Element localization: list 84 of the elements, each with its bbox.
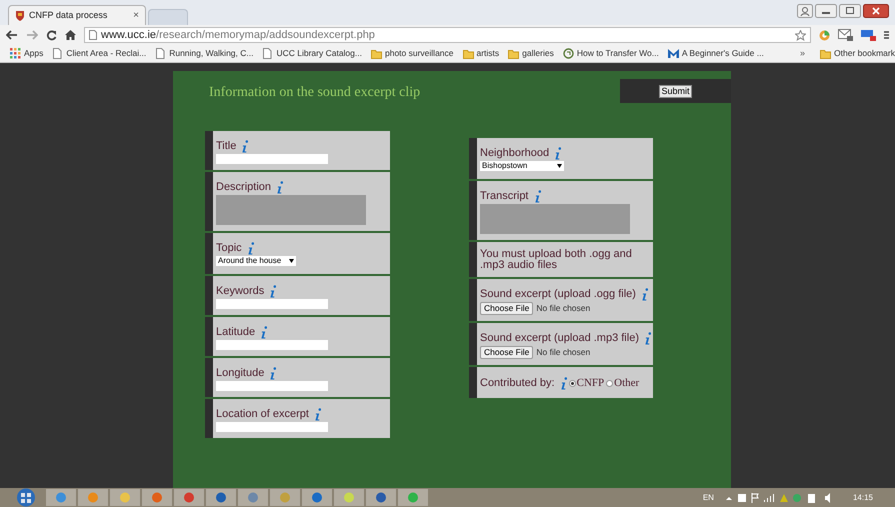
choose-file-button[interactable]: Choose File <box>480 346 534 359</box>
page-icon <box>89 30 97 40</box>
info-icon[interactable] <box>640 288 648 301</box>
field-label: Sound excerpt (upload .ogg file) <box>480 288 636 301</box>
bookmark-link[interactable]: Other bookmark <box>834 47 895 60</box>
page-icon <box>262 48 274 59</box>
bookmark-link[interactable]: photo surveillance <box>384 47 454 60</box>
info-icon[interactable] <box>246 242 254 255</box>
file-status: No file chosen <box>536 302 590 315</box>
textarea-field[interactable] <box>480 204 630 234</box>
dropdown[interactable]: Around the house <box>216 256 296 266</box>
radio-button[interactable] <box>568 380 576 387</box>
bookmark-link[interactable]: artists <box>476 47 500 60</box>
field-label: Title <box>216 140 236 153</box>
field-label: Description <box>216 181 272 194</box>
info-icon[interactable] <box>314 408 321 421</box>
extension-icon[interactable] <box>819 30 830 40</box>
bookmark-link[interactable]: UCC Library Catalog... <box>276 47 362 60</box>
text-input[interactable] <box>216 340 328 350</box>
back-icon[interactable] <box>6 30 18 40</box>
dropdown-arrow-icon <box>557 164 562 168</box>
field-label: Topic <box>216 242 242 255</box>
file-status: No file chosen <box>536 346 590 359</box>
bookmark-link[interactable]: A Beginner's Guide ... <box>682 47 764 60</box>
info-icon[interactable] <box>276 181 284 194</box>
tab-title: CNFP data process <box>29 8 108 22</box>
field-label: Contributed by: <box>480 376 555 390</box>
page-icon <box>155 48 166 59</box>
screen-icon[interactable] <box>861 29 876 41</box>
user-icon[interactable] <box>797 4 813 18</box>
field-label: Transcript <box>480 190 528 203</box>
minimize-icon[interactable] <box>815 4 837 18</box>
info-icon[interactable] <box>269 285 276 298</box>
field-label: Location of excerpt <box>216 408 309 421</box>
menu-icon[interactable] <box>884 30 889 40</box>
text-input[interactable] <box>216 299 328 309</box>
browser-tab[interactable]: CNFP data process × <box>8 5 146 25</box>
page-icon <box>52 48 64 59</box>
radio-button[interactable] <box>606 380 614 387</box>
forward-icon[interactable] <box>26 30 38 40</box>
bookmark-link[interactable]: galleries <box>522 47 554 60</box>
tab-close-button[interactable]: × <box>133 8 139 23</box>
upload-note: You must upload both .ogg and .mp3 audio files <box>480 249 633 271</box>
text-input[interactable] <box>216 381 328 391</box>
maximize-icon[interactable] <box>839 4 861 18</box>
bookmark-link[interactable]: Apps <box>24 47 44 60</box>
bookmark-link[interactable]: Client Area - Reclai... <box>66 47 146 60</box>
start-orb-icon[interactable] <box>14 488 38 507</box>
clock[interactable]: 14:15 <box>852 492 873 504</box>
radio-label: Other <box>614 376 640 391</box>
language-indicator[interactable]: EN <box>702 492 714 504</box>
bookmark-link[interactable]: How to Transfer Wo... <box>576 47 659 60</box>
bookmark-link[interactable]: Running, Walking, C... <box>169 47 254 60</box>
url-text: www.ucc.ie/research/memorymap/addsoundexcerpt.php <box>101 28 376 43</box>
info-icon[interactable] <box>269 367 276 380</box>
m-logo-icon <box>668 48 679 59</box>
mail-icon[interactable] <box>838 29 853 41</box>
field-label: Latitude <box>216 326 256 339</box>
apps-grid-icon <box>10 48 21 59</box>
reload-icon[interactable] <box>46 30 57 40</box>
radio-label: CNFP <box>576 376 604 391</box>
star-icon[interactable] <box>795 30 806 40</box>
shield-icon <box>15 10 25 21</box>
address-bar[interactable]: www.ucc.ie/research/memorymap/addsoundexcerpt.php <box>84 27 811 43</box>
field-label: Neighborhood <box>480 147 550 160</box>
info-icon[interactable] <box>554 147 562 160</box>
field-label: Sound excerpt (upload .mp3 file) <box>480 332 639 345</box>
textarea-field[interactable] <box>216 195 366 225</box>
info-icon[interactable] <box>644 332 651 345</box>
info-icon[interactable] <box>260 326 268 339</box>
field-label: Longitude <box>216 367 264 380</box>
info-icon[interactable] <box>241 140 248 153</box>
close-icon[interactable] <box>863 4 889 18</box>
info-icon[interactable] <box>534 190 540 203</box>
more-bookmarks-button[interactable]: » <box>800 46 806 60</box>
home-icon[interactable] <box>65 30 76 40</box>
submit-button[interactable]: Submit <box>659 84 692 98</box>
dropdown[interactable]: Bishopstown <box>480 161 564 171</box>
text-input[interactable] <box>216 154 328 164</box>
text-input[interactable] <box>216 422 328 432</box>
choose-file-button[interactable]: Choose File <box>480 302 534 315</box>
field-label: Keywords <box>216 285 264 298</box>
dropdown-arrow-icon <box>289 259 294 263</box>
page-heading: Information on the sound excerpt clip <box>209 84 420 102</box>
